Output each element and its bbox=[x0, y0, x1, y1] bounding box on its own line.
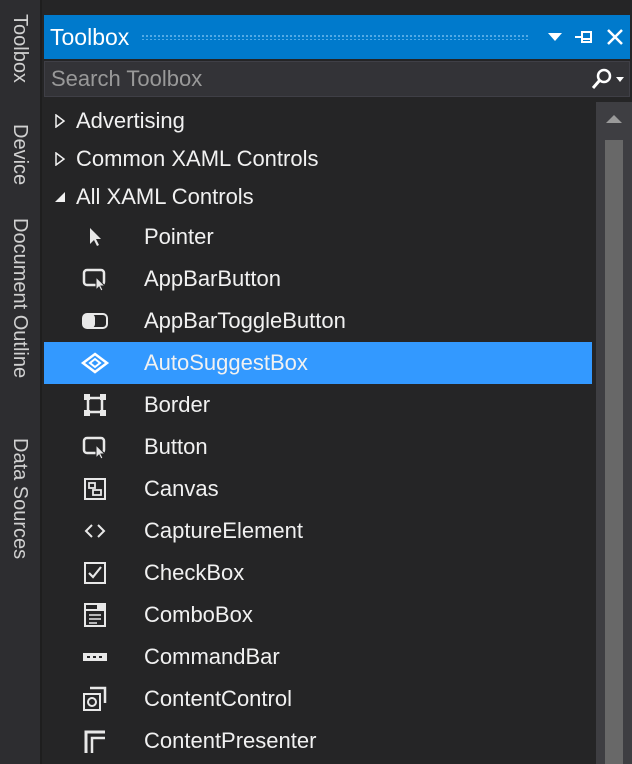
category-label: All XAML Controls bbox=[76, 184, 254, 209]
toolbox-item-checkbox[interactable]: CheckBox bbox=[44, 552, 592, 594]
commandbar-icon bbox=[78, 643, 112, 671]
side-tab-device[interactable]: Device bbox=[8, 124, 32, 185]
toolbox-item-label: ContentControl bbox=[144, 686, 292, 711]
toolbox-item-label: Border bbox=[144, 392, 211, 417]
close-icon[interactable] bbox=[600, 15, 630, 59]
toggle-icon bbox=[78, 307, 112, 335]
combobox-icon bbox=[78, 601, 112, 629]
category-all-xaml-controls[interactable]: All XAML Controls bbox=[44, 178, 592, 216]
toolbox-item-label: Button bbox=[144, 434, 208, 459]
toolbox-tree: Advertising Common XAML Controls All XAM… bbox=[44, 102, 592, 762]
vertical-scrollbar[interactable] bbox=[596, 102, 632, 764]
side-tab-data-sources[interactable]: Data Sources bbox=[8, 438, 32, 559]
toolbox-item-label: ContentPresenter bbox=[144, 728, 317, 753]
toolbox-item-label: CaptureElement bbox=[144, 518, 303, 543]
dropdown-icon[interactable] bbox=[540, 15, 570, 59]
toolbox-item-label: AppBarButton bbox=[144, 266, 281, 291]
toolbox-item-captureelement[interactable]: CaptureElement bbox=[44, 510, 592, 552]
checkbox-icon bbox=[78, 559, 112, 587]
collapsed-arrow-icon[interactable] bbox=[44, 152, 76, 166]
category-label: Common XAML Controls bbox=[76, 146, 319, 171]
toolbox-item-border[interactable]: Border bbox=[44, 384, 592, 426]
toolbox-item-label: AutoSuggestBox bbox=[144, 350, 308, 375]
side-tab-strip: Toolbox Device Document Outline Data Sou… bbox=[0, 0, 40, 764]
collapsed-arrow-icon[interactable] bbox=[44, 114, 76, 128]
toolbox-item-label: CheckBox bbox=[144, 560, 245, 585]
toolbox-item-appbartogglebutton[interactable]: AppBarToggleButton bbox=[44, 300, 592, 342]
pin-icon[interactable] bbox=[570, 15, 600, 59]
toolbox-item-button[interactable]: Button bbox=[44, 426, 592, 468]
toolbox-item-contentpresenter[interactable]: ContentPresenter bbox=[44, 720, 592, 762]
pointer-icon bbox=[78, 223, 112, 251]
category-common-xaml-controls[interactable]: Common XAML Controls bbox=[44, 140, 592, 178]
button-icon bbox=[78, 433, 112, 461]
side-tab-document-outline[interactable]: Document Outline bbox=[8, 218, 32, 378]
autosuggest-icon bbox=[78, 349, 112, 377]
toolbox-item-contentcontrol[interactable]: ContentControl bbox=[44, 678, 592, 720]
toolbox-title: Toolbox bbox=[50, 23, 130, 50]
toolbox-panel: Toolbox Advertising bbox=[42, 0, 632, 764]
toolbox-item-appbarbutton[interactable]: AppBarButton bbox=[44, 258, 592, 300]
search-bar bbox=[44, 61, 630, 97]
toolbox-item-label: ComboBox bbox=[144, 602, 253, 627]
category-advertising[interactable]: Advertising bbox=[44, 102, 592, 140]
expanded-arrow-icon[interactable] bbox=[44, 191, 76, 203]
scrollbar-thumb[interactable] bbox=[605, 140, 623, 764]
toolbox-item-pointer[interactable]: Pointer bbox=[44, 216, 592, 258]
toolbox-titlebar[interactable]: Toolbox bbox=[44, 15, 630, 59]
category-label: Advertising bbox=[76, 108, 185, 133]
title-grip[interactable] bbox=[141, 34, 528, 40]
toolbox-item-canvas[interactable]: Canvas bbox=[44, 468, 592, 510]
search-input[interactable] bbox=[45, 63, 585, 95]
toolbox-item-label: AppBarToggleButton bbox=[144, 308, 346, 333]
search-icon[interactable] bbox=[585, 62, 629, 96]
appbarbutton-icon bbox=[78, 265, 112, 293]
toolbox-item-label: Canvas bbox=[144, 476, 219, 501]
capture-icon bbox=[78, 517, 112, 545]
canvas-icon bbox=[78, 475, 112, 503]
scroll-up-arrow-icon[interactable] bbox=[596, 106, 632, 132]
contentpresenter-icon bbox=[78, 727, 112, 755]
border-icon bbox=[78, 391, 112, 419]
toolbox-item-autosuggestbox[interactable]: AutoSuggestBox bbox=[44, 342, 592, 384]
toolbox-item-combobox[interactable]: ComboBox bbox=[44, 594, 592, 636]
toolbox-item-label: CommandBar bbox=[144, 644, 280, 669]
toolbox-item-commandbar[interactable]: CommandBar bbox=[44, 636, 592, 678]
side-tab-toolbox[interactable]: Toolbox bbox=[8, 14, 32, 83]
contentcontrol-icon bbox=[78, 685, 112, 713]
toolbox-item-label: Pointer bbox=[144, 224, 214, 249]
